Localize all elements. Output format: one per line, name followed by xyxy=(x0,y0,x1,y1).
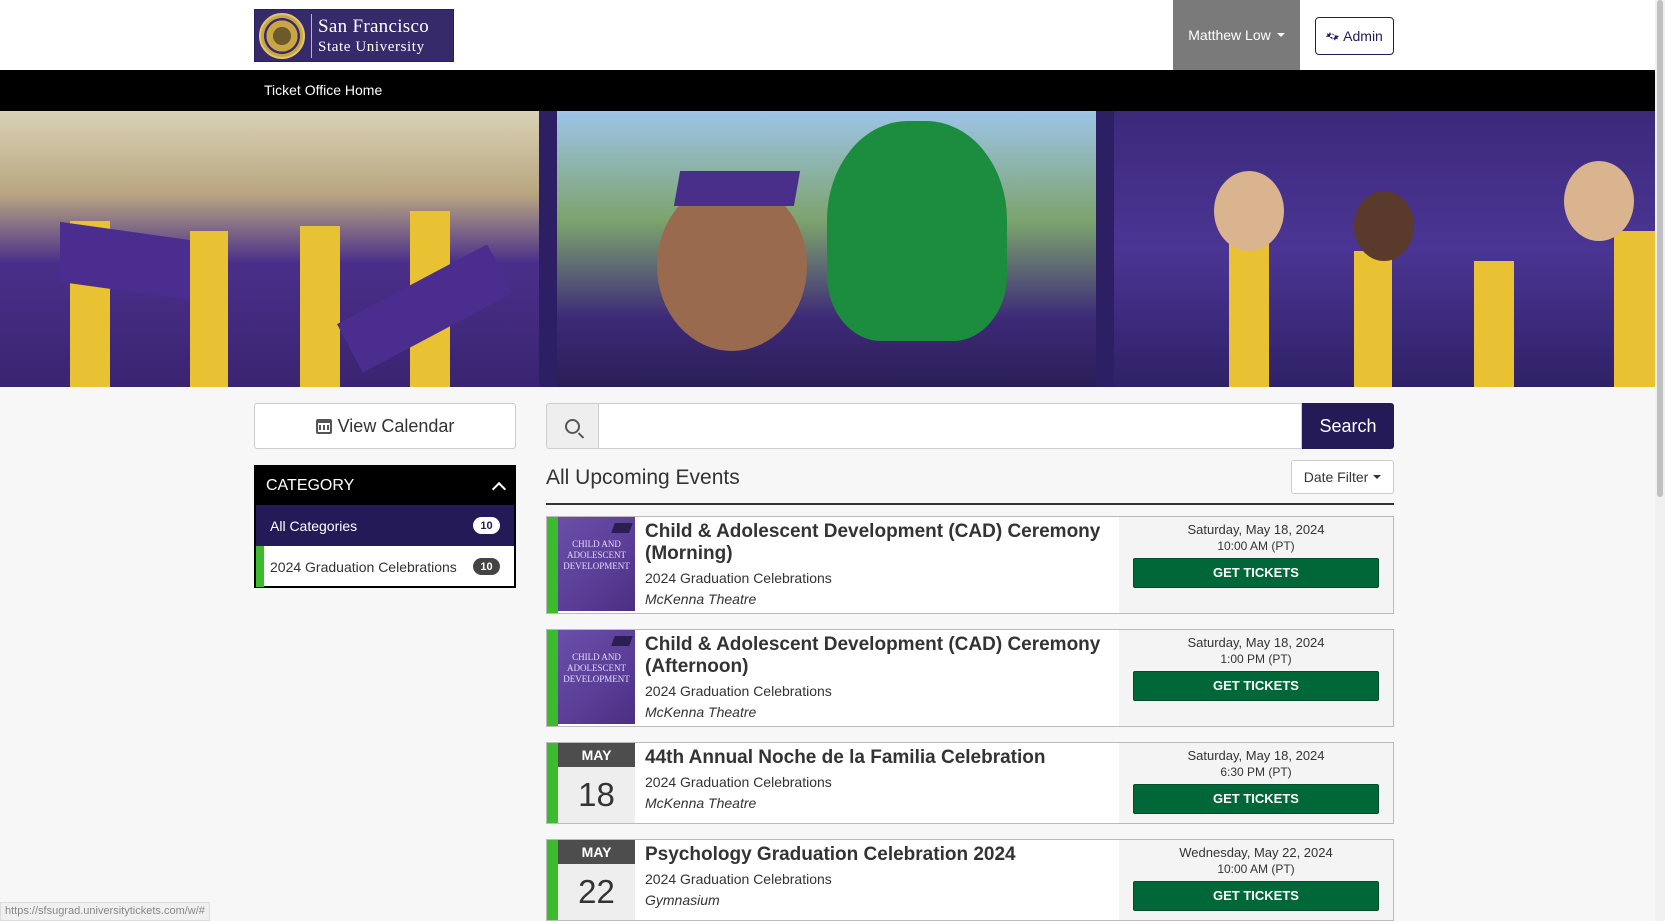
view-calendar-label: View Calendar xyxy=(337,415,455,436)
event-date: Saturday, May 18, 2024 xyxy=(1187,748,1325,763)
event-date-tile: MAY 18 xyxy=(558,743,635,823)
event-time: 1:00 PM (PT) xyxy=(1220,652,1292,666)
event-time: 10:00 AM (PT) xyxy=(1217,539,1295,553)
category-item-all[interactable]: All Categories 10 xyxy=(256,505,514,546)
logo-line-2: State University xyxy=(318,38,425,55)
event-title[interactable]: Child & Adolescent Development (CAD) Cer… xyxy=(645,521,1109,565)
search-button[interactable]: Search xyxy=(1302,403,1394,449)
user-name: Matthew Low xyxy=(1188,27,1271,43)
date-filter-dropdown[interactable]: Date Filter xyxy=(1291,460,1394,494)
category-count-badge: 10 xyxy=(473,517,500,534)
date-tile-day: 22 xyxy=(558,864,635,920)
get-tickets-button[interactable]: GET TICKETS xyxy=(1133,558,1379,588)
event-date: Wednesday, May 22, 2024 xyxy=(1179,845,1333,860)
category-count-badge: 10 xyxy=(473,558,500,575)
main-navbar: Ticket Office Home xyxy=(0,70,1655,111)
sfsu-logo[interactable]: San Francisco State University xyxy=(254,9,454,62)
event-title[interactable]: Child & Adolescent Development (CAD) Cer… xyxy=(645,634,1109,678)
search-icon xyxy=(565,418,580,434)
category-label: 2024 Graduation Celebrations xyxy=(270,558,457,575)
event-schedule: Saturday, May 18, 2024 10:00 AM (PT) GET… xyxy=(1119,517,1393,613)
event-row[interactable]: MAY 18 44th Annual Noche de la Familia C… xyxy=(546,742,1394,824)
heading-divider xyxy=(546,503,1394,505)
event-venue: McKenna Theatre xyxy=(645,795,757,811)
date-tile-day: 18 xyxy=(558,767,635,823)
category-title: CATEGORY xyxy=(266,477,355,494)
event-date-tile: MAY 22 xyxy=(558,840,635,920)
event-category: 2024 Graduation Celebrations xyxy=(645,871,832,887)
admin-label: Admin xyxy=(1343,28,1383,44)
event-info: Psychology Graduation Celebration 2024 2… xyxy=(635,840,1119,920)
event-info: Child & Adolescent Development (CAD) Cer… xyxy=(635,630,1119,726)
event-date: Saturday, May 18, 2024 xyxy=(1187,635,1325,650)
search-addon xyxy=(546,403,598,449)
event-row[interactable]: MAY 22 Psychology Graduation Celebration… xyxy=(546,839,1394,921)
event-info: Child & Adolescent Development (CAD) Cer… xyxy=(635,517,1119,613)
event-schedule: Wednesday, May 22, 2024 10:00 AM (PT) GE… xyxy=(1119,840,1393,920)
graduation-cap-icon xyxy=(611,636,633,646)
hero-banner xyxy=(0,111,1655,387)
banner-photo-celebration xyxy=(1114,111,1655,387)
user-menu-dropdown[interactable]: Matthew Low xyxy=(1173,0,1300,70)
get-tickets-button[interactable]: GET TICKETS xyxy=(1133,881,1379,911)
page-scrollbar-thumb[interactable] xyxy=(1657,0,1663,497)
event-venue: McKenna Theatre xyxy=(645,704,757,720)
date-filter-label: Date Filter xyxy=(1303,469,1369,485)
search-input[interactable] xyxy=(598,403,1302,449)
event-category: 2024 Graduation Celebrations xyxy=(645,774,832,790)
event-venue: McKenna Theatre xyxy=(645,591,757,607)
gear-icon xyxy=(1326,32,1339,40)
category-color-stripe xyxy=(547,630,558,726)
event-category: 2024 Graduation Celebrations xyxy=(645,570,832,586)
event-thumbnail[interactable]: CHILD AND ADOLESCENT DEVELOPMENT xyxy=(558,630,635,724)
get-tickets-button[interactable]: GET TICKETS xyxy=(1133,671,1379,701)
nav-ticket-office-home[interactable]: Ticket Office Home xyxy=(264,82,382,98)
chevron-up-icon xyxy=(491,481,507,496)
event-date: Saturday, May 18, 2024 xyxy=(1187,522,1325,537)
category-panel: CATEGORY All Categories 10 2024 Graduati… xyxy=(254,465,516,588)
caret-down-icon xyxy=(1276,33,1285,37)
event-time: 10:00 AM (PT) xyxy=(1217,862,1295,876)
event-schedule: Saturday, May 18, 2024 1:00 PM (PT) GET … xyxy=(1119,630,1393,726)
university-seal-icon xyxy=(259,12,305,59)
event-schedule: Saturday, May 18, 2024 6:30 PM (PT) GET … xyxy=(1119,743,1393,823)
event-row[interactable]: CHILD AND ADOLESCENT DEVELOPMENT Child &… xyxy=(546,629,1394,727)
banner-photo-mascot xyxy=(557,111,1096,387)
category-color-stripe xyxy=(547,517,558,613)
category-color-stripe xyxy=(547,840,558,920)
top-header: San Francisco State University Matthew L… xyxy=(0,0,1655,70)
event-category: 2024 Graduation Celebrations xyxy=(645,683,832,699)
event-thumbnail[interactable]: CHILD AND ADOLESCENT DEVELOPMENT xyxy=(558,517,635,611)
event-title[interactable]: 44th Annual Noche de la Familia Celebrat… xyxy=(645,747,1109,769)
category-item-graduation[interactable]: 2024 Graduation Celebrations 10 xyxy=(256,546,514,587)
thumbnail-text: CHILD AND ADOLESCENT DEVELOPMENT xyxy=(563,652,630,684)
banner-photo-graduates xyxy=(0,111,539,387)
date-tile-month: MAY xyxy=(558,743,635,767)
logo-wordmark: San Francisco State University xyxy=(318,17,429,55)
view-calendar-button[interactable]: View Calendar xyxy=(254,403,516,449)
date-tile-month: MAY xyxy=(558,840,635,864)
event-title[interactable]: Psychology Graduation Celebration 2024 xyxy=(645,844,1109,866)
status-bar-url: https://sfsugrad.universitytickets.com/w… xyxy=(0,902,210,921)
admin-button[interactable]: Admin xyxy=(1315,17,1394,55)
category-label: All Categories xyxy=(270,517,358,534)
event-info: 44th Annual Noche de la Familia Celebrat… xyxy=(635,743,1119,823)
graduation-cap-icon xyxy=(611,523,633,533)
events-heading: All Upcoming Events xyxy=(546,466,740,489)
thumbnail-text: CHILD AND ADOLESCENT DEVELOPMENT xyxy=(563,539,630,571)
logo-divider xyxy=(311,13,312,58)
caret-down-icon xyxy=(1373,475,1382,479)
event-venue: Gymnasium xyxy=(645,892,720,908)
event-time: 6:30 PM (PT) xyxy=(1220,765,1292,779)
get-tickets-button[interactable]: GET TICKETS xyxy=(1133,784,1379,814)
calendar-icon xyxy=(315,418,332,434)
logo-line-1: San Francisco xyxy=(318,15,430,37)
category-color-stripe xyxy=(547,743,558,823)
category-header[interactable]: CATEGORY xyxy=(256,467,514,505)
event-row[interactable]: CHILD AND ADOLESCENT DEVELOPMENT Child &… xyxy=(546,516,1394,614)
